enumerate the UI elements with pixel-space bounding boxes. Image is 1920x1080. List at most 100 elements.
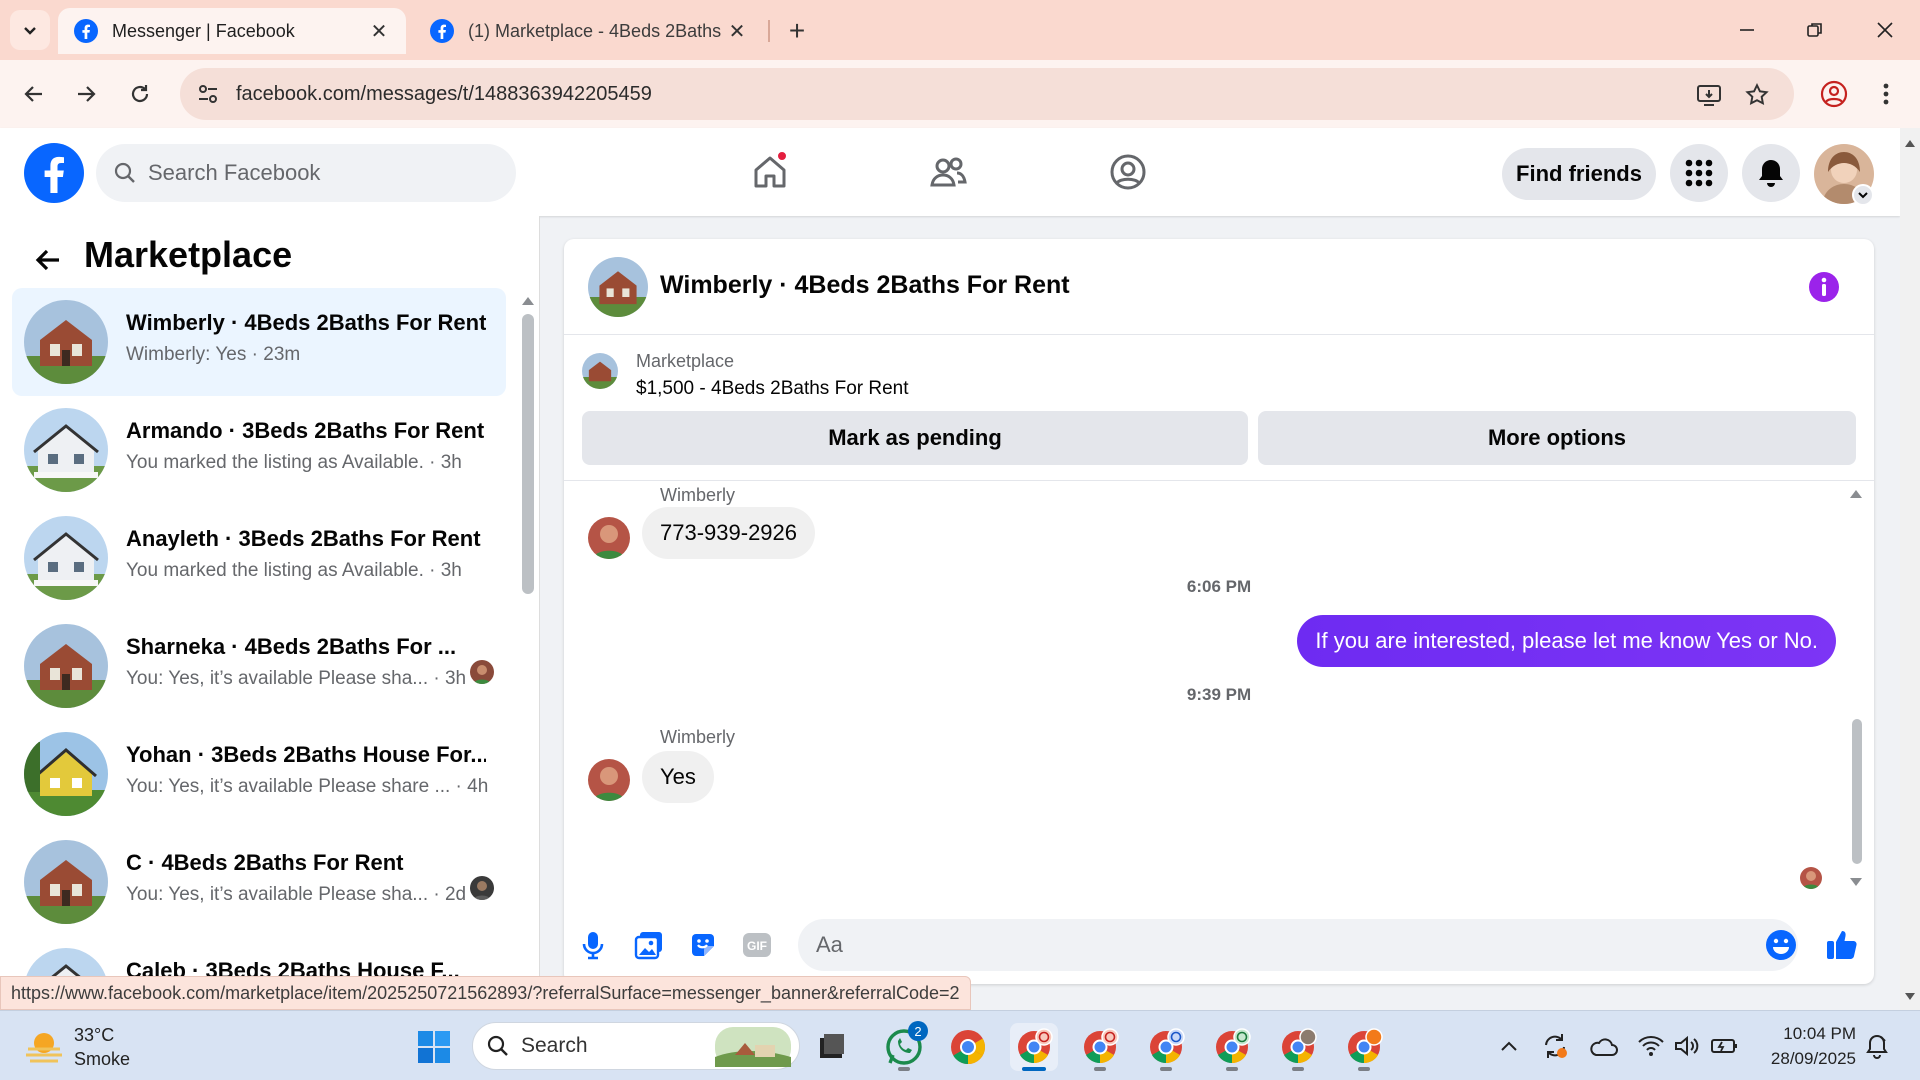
sender-avatar[interactable] [588, 517, 630, 559]
arrow-left-icon [24, 86, 42, 102]
page-scrollbar[interactable] [1900, 128, 1920, 1010]
sync-status-icon[interactable] [1538, 1029, 1572, 1063]
outgoing-message[interactable]: If you are interested, please let me kno… [1297, 615, 1836, 667]
facebook-logo-icon[interactable] [24, 143, 84, 203]
sender-avatar[interactable] [588, 759, 630, 801]
running-indicator [1160, 1067, 1172, 1071]
taskbar-chrome-profile[interactable] [1274, 1023, 1322, 1071]
taskbar-chrome-profile[interactable] [1142, 1023, 1190, 1071]
info-icon[interactable] [1808, 271, 1840, 303]
listing-thumbnail-white-house [24, 516, 108, 600]
profile-button[interactable] [1814, 74, 1854, 114]
system-clock[interactable]: 10:04 PM 28/09/2025 [1756, 1021, 1856, 1071]
emoji-button[interactable] [1764, 928, 1798, 962]
taskbar-search-label: Search [521, 1034, 588, 1057]
back-button[interactable] [14, 74, 54, 114]
install-app-icon[interactable] [1694, 80, 1724, 110]
scroll-up-arrow-icon[interactable] [1904, 138, 1916, 148]
taskbar-chrome-profile[interactable] [1076, 1023, 1124, 1071]
read-receipt-avatar [1800, 867, 1822, 889]
photo-gallery-icon [634, 932, 662, 960]
chat-title[interactable]: Wimberly · 4Beds 2Baths For Rent [660, 271, 1070, 300]
restore-icon [1807, 23, 1822, 37]
scroll-up-arrow-icon[interactable] [520, 294, 536, 306]
more-options-button[interactable]: More options [1258, 411, 1856, 465]
minimize-button[interactable] [1722, 10, 1772, 50]
tab-search-button[interactable] [10, 10, 50, 50]
new-tab-button[interactable]: + [780, 14, 814, 48]
battery-icon[interactable] [1708, 1029, 1742, 1063]
weather-widget[interactable]: 33°C Smoke [24, 1023, 130, 1071]
sticker-icon [692, 934, 714, 956]
listing-thumbnail[interactable] [582, 353, 618, 389]
listing-price-title[interactable]: $1,500 - 4Beds 2Baths For Rent [636, 378, 909, 400]
restore-button[interactable] [1790, 10, 1840, 50]
tab-close-icon[interactable]: ✕ [726, 20, 748, 43]
notification-center-icon[interactable] [1860, 1029, 1894, 1063]
taskbar-file-explorer[interactable] [808, 1023, 856, 1071]
scroll-down-arrow-icon[interactable] [1848, 877, 1864, 889]
taskbar-chrome-profile-active[interactable] [1010, 1023, 1058, 1071]
conversation-item[interactable]: Armando · 3Beds 2Baths For Rent You mark… [12, 396, 506, 504]
tab-title: (1) Marketplace - 4Beds 2Baths [468, 20, 722, 41]
tab-messenger[interactable]: Messenger | Facebook ✕ [58, 8, 406, 54]
browser-menu-button[interactable] [1866, 74, 1906, 114]
facebook-favicon-icon [74, 19, 98, 43]
conversation-item[interactable]: Wimberly · 4Beds 2Baths For Rent Wimberl… [12, 288, 506, 396]
taskbar-chrome-profile[interactable] [1340, 1023, 1388, 1071]
incoming-message[interactable]: 773-939-2926 [642, 507, 816, 559]
message-thread: Wimberly 773-939-2926 6:06 PM If you are… [564, 481, 1874, 906]
mark-as-pending-button[interactable]: Mark as pending [582, 411, 1248, 465]
scroll-up-arrow-icon[interactable] [1848, 487, 1864, 499]
arrow-left-icon [35, 249, 59, 271]
site-info-icon[interactable] [194, 80, 222, 108]
message-input[interactable]: Aa [798, 919, 1798, 971]
nav-home[interactable] [740, 144, 800, 200]
close-window-button[interactable] [1860, 10, 1910, 50]
running-indicator [1292, 1067, 1304, 1071]
scroll-down-arrow-icon[interactable] [1904, 992, 1916, 1002]
chevron-down-icon [1858, 192, 1868, 199]
menu-button[interactable] [1670, 144, 1728, 202]
account-menu-caret[interactable] [1852, 184, 1874, 206]
message-thread-scrollbar[interactable] [1852, 719, 1862, 864]
chat-avatar[interactable] [588, 257, 648, 317]
bookmark-star-icon[interactable] [1742, 80, 1772, 110]
find-friends-button[interactable]: Find friends [1502, 148, 1656, 200]
reload-button[interactable] [120, 74, 160, 114]
conversation-name: Sharneka · 4Beds 2Baths For ... [126, 634, 457, 659]
volume-icon[interactable] [1670, 1029, 1704, 1063]
marketplace-conversation-list: Marketplace Wimberly · 4Beds 2Baths For … [0, 216, 540, 1010]
taskbar-chrome-profile[interactable] [1208, 1023, 1256, 1071]
wifi-icon[interactable] [1634, 1029, 1668, 1063]
search-highlight-image-icon [715, 1027, 791, 1067]
conversation-item[interactable]: Sharneka · 4Beds 2Baths For ... You: Yes… [12, 612, 506, 720]
send-like-button[interactable] [1822, 924, 1862, 964]
attach-photo-button[interactable] [632, 928, 666, 962]
start-button[interactable] [410, 1023, 458, 1071]
nav-friends[interactable] [918, 144, 978, 200]
whatsapp-unread-badge: 2 [908, 1021, 928, 1041]
incoming-message[interactable]: Yes [642, 751, 714, 803]
forward-button[interactable] [66, 74, 106, 114]
taskbar-search[interactable]: Search [472, 1022, 800, 1070]
notifications-button[interactable] [1742, 144, 1800, 202]
show-hidden-icons-button[interactable] [1492, 1029, 1526, 1063]
conversation-item[interactable]: Yohan · 3Beds 2Baths House For... You: Y… [12, 720, 506, 828]
tab-marketplace[interactable]: (1) Marketplace - 4Beds 2Baths ✕ [414, 8, 764, 54]
taskbar-chrome[interactable] [944, 1023, 992, 1071]
nav-profile[interactable] [1098, 144, 1158, 200]
taskbar-whatsapp[interactable]: 2 [880, 1021, 928, 1071]
sticker-button[interactable] [686, 928, 720, 962]
voice-clip-button[interactable] [576, 928, 610, 962]
tab-close-icon[interactable]: ✕ [368, 20, 390, 43]
address-bar[interactable]: facebook.com/messages/t/1488363942205459 [180, 68, 1794, 120]
facebook-search-input[interactable]: Search Facebook [96, 144, 516, 202]
onedrive-icon[interactable] [1586, 1029, 1620, 1063]
conversation-name: Armando · 3Beds 2Baths For Rent [126, 418, 485, 443]
gif-button[interactable]: GIF [740, 928, 774, 962]
conversation-item[interactable]: C · 4Beds 2Baths For Rent You: Yes, it’s… [12, 828, 506, 936]
back-arrow-button[interactable] [28, 240, 68, 280]
conversation-item[interactable]: Anayleth · 3Beds 2Baths For Rent You mar… [12, 504, 506, 612]
conversation-list-scrollbar[interactable] [522, 314, 534, 594]
